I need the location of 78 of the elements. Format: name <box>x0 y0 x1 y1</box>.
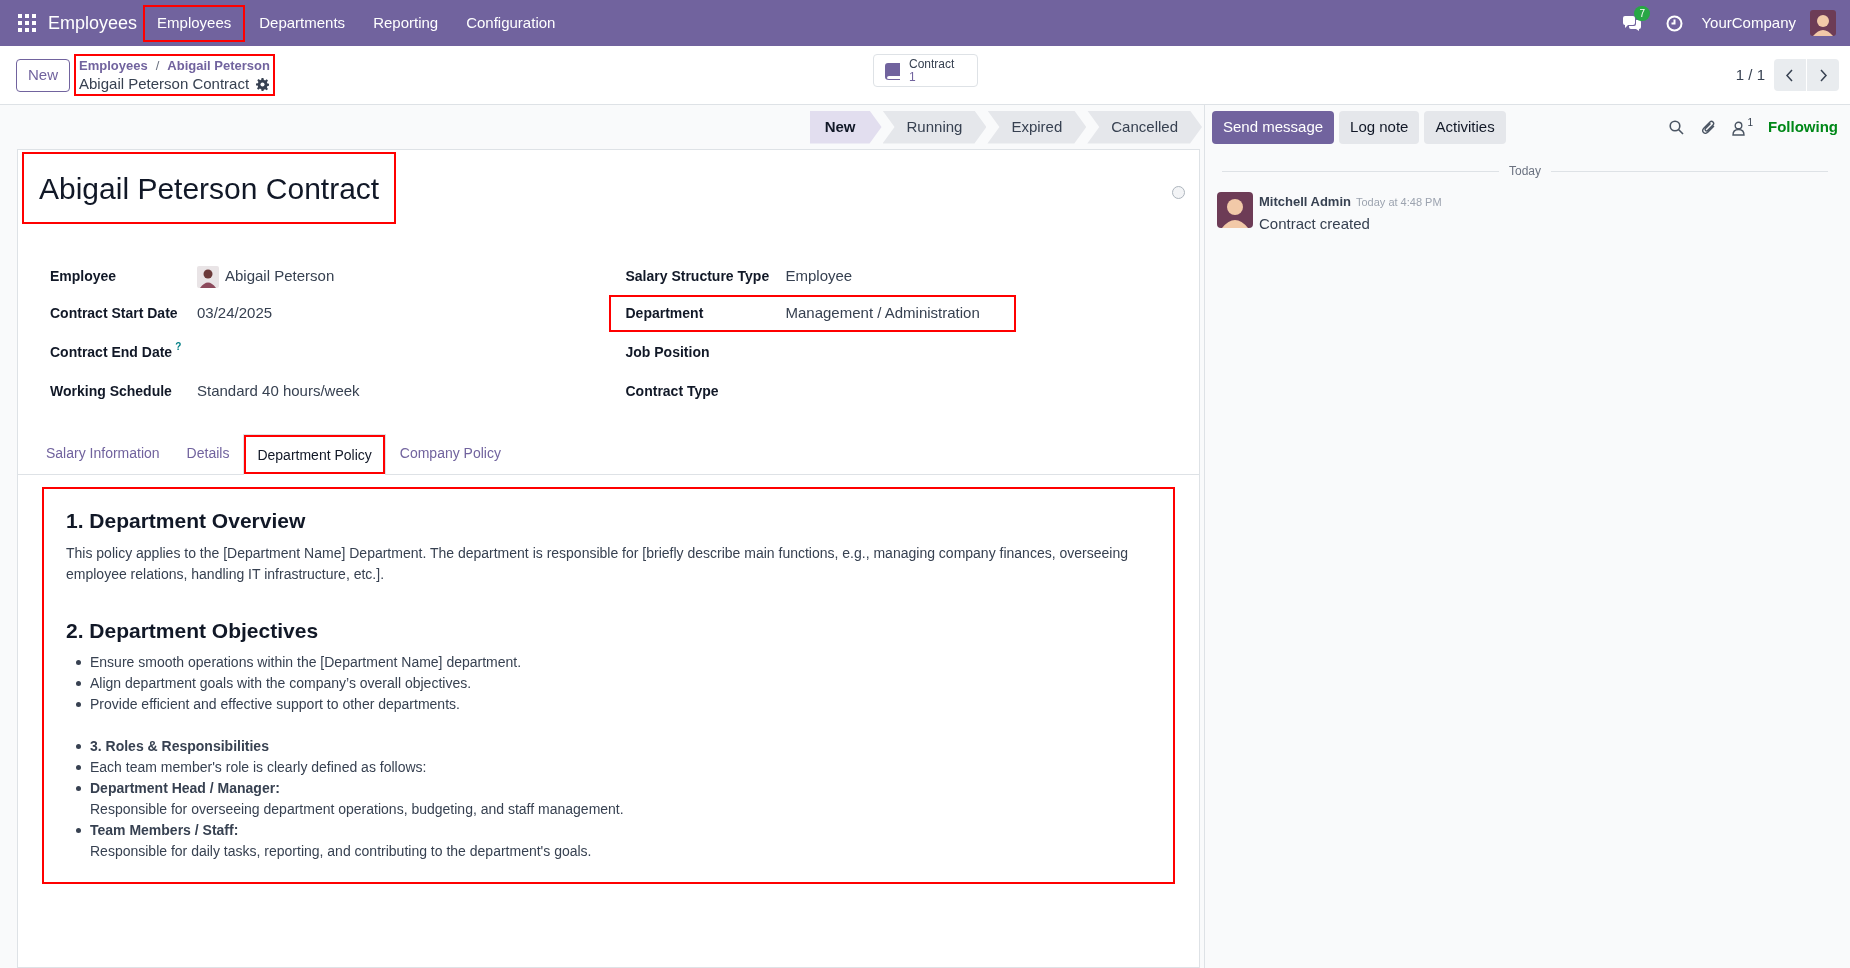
field-label: Contract End Date <box>50 343 173 362</box>
status-step[interactable]: Expired <box>987 110 1087 144</box>
chatter-button[interactable]: Send message <box>1212 110 1335 144</box>
field-label: Contract Start Date <box>50 304 178 323</box>
status-step[interactable]: Running <box>882 110 987 144</box>
bullet-icon <box>76 660 81 665</box>
clock-icon <box>1666 14 1684 32</box>
employee-avatar <box>197 265 219 288</box>
previous-button[interactable] <box>1774 59 1806 91</box>
field-value[interactable]: Abigail Peterson <box>225 265 335 288</box>
record-title-heading: Abigail Peterson Contract <box>22 152 397 224</box>
record-title: Abigail Peterson Contract <box>79 75 250 93</box>
menu-item[interactable]: Employees <box>143 4 246 42</box>
field-label: Working Schedule <box>50 382 172 401</box>
bullet-icon <box>76 828 81 833</box>
status-step[interactable]: Cancelled <box>1087 110 1202 144</box>
company-name[interactable]: YourCompany <box>1701 11 1796 35</box>
menu-item[interactable]: Reporting <box>359 4 453 42</box>
pager-value: 1 / 1 <box>1735 64 1765 85</box>
field-value[interactable]: 03/24/2025 <box>197 302 273 325</box>
breadcrumb-link[interactable]: Employees <box>79 57 148 75</box>
list-item-text: Provide efficient and effective support to other departments. <box>90 696 460 712</box>
apps-menu-icon <box>18 14 36 32</box>
next-button[interactable] <box>1807 59 1839 91</box>
help-tooltip[interactable]: ? <box>175 342 182 352</box>
smart-button-count: 1 <box>909 70 917 84</box>
breadcrumb-separator: / <box>155 57 160 75</box>
field-value[interactable]: Management / Administration <box>785 302 980 325</box>
date-separator: Today <box>1509 163 1541 180</box>
field-label: Job Position <box>625 343 710 362</box>
smart-button-label: Contract <box>909 57 955 71</box>
list-item-term: Team Members / Staff: <box>90 821 240 840</box>
app-name[interactable]: Employees <box>48 9 138 37</box>
message-body: Contract created <box>1259 213 1371 234</box>
list-item-text: Responsible for daily tasks, reporting, and contributing to the department's goals. <box>90 842 593 861</box>
following-button[interactable]: Following <box>1768 115 1838 139</box>
field-label: Department <box>625 304 704 323</box>
field-value[interactable]: Employee <box>785 265 853 288</box>
section-heading: 1. Department Overview <box>66 508 307 534</box>
list-item-text: Align department goals with the company’s overall objectives. <box>90 675 472 691</box>
form-tab[interactable]: Salary Information <box>33 433 173 474</box>
search-icon <box>1669 119 1685 135</box>
person-icon <box>1732 121 1746 136</box>
chatter-button[interactable]: Activities <box>1424 110 1506 144</box>
list-item-text: Each team member's role is clearly defined as follows: <box>90 759 427 775</box>
new-button[interactable]: New <box>16 58 70 92</box>
list-item-text: 3. Roles & Responsibilities <box>90 738 269 754</box>
bullet-icon <box>76 681 81 686</box>
list-item-term: Department Head / Manager: <box>90 779 281 798</box>
form-tab[interactable]: Department Policy <box>243 434 386 475</box>
chatter-button[interactable]: Log note <box>1339 110 1420 144</box>
field-label: Employee <box>50 267 117 286</box>
bullet-icon <box>76 744 81 749</box>
book-icon <box>884 61 902 80</box>
breadcrumb-link[interactable]: Abigail Peterson <box>167 57 270 75</box>
bullet-icon <box>76 786 81 791</box>
menu-item[interactable]: Configuration <box>452 4 570 42</box>
form-tab[interactable]: Details <box>173 433 243 474</box>
author-avatar <box>1217 192 1253 228</box>
menu-item[interactable]: Departments <box>245 4 360 42</box>
form-tab[interactable]: Company Policy <box>386 433 514 474</box>
bullet-icon <box>76 765 81 770</box>
user-avatar <box>1810 10 1836 36</box>
field-label: Contract Type <box>625 382 719 401</box>
field-value[interactable]: Standard 40 hours/week <box>197 380 360 403</box>
status-step[interactable]: New <box>809 110 882 144</box>
smart-button[interactable]: Contract 1 <box>873 54 978 87</box>
message-time: Today at 4:48 PM <box>1355 195 1442 210</box>
field-label: Salary Structure Type <box>625 267 770 286</box>
bullet-icon <box>76 702 81 707</box>
list-item-text: Ensure smooth operations within the [Department Name] department. <box>90 654 522 670</box>
section-heading: 2. Department Objectives <box>66 617 320 644</box>
gear-icon <box>256 77 270 91</box>
list-item-text: Responsible for overseeing department operations, budgeting, and staff management. <box>90 800 625 819</box>
message-author[interactable]: Mitchell Admin <box>1259 192 1351 212</box>
policy-paragraph: This policy applies to the [Department Name] Department. The department is responsible for [briefly describe main functions, e.g., managing company finances, overseeing employee relations, handling IT infrastructure, etc.]. <box>66 543 1129 584</box>
message-count-badge: 7 <box>1634 5 1651 21</box>
follower-count[interactable]: 1 <box>1747 118 1753 128</box>
